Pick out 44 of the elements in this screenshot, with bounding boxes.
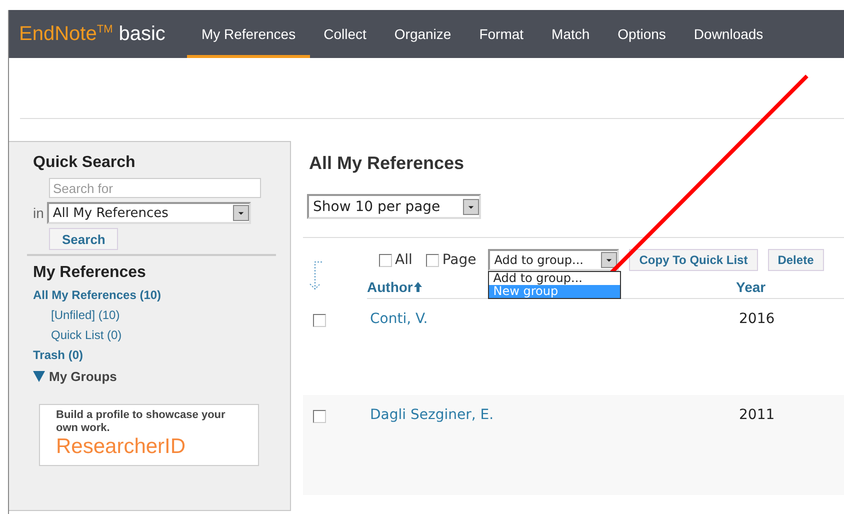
app-logo: EndNote$^{TM}$ <box>19 22 113 46</box>
year-column-header[interactable]: Year <box>736 279 766 295</box>
groups-toggle[interactable]: My Groups <box>33 369 290 384</box>
dropdown-caret-icon <box>601 252 618 268</box>
nav-tab[interactable]: Downloads <box>680 10 778 58</box>
row-checkbox[interactable] <box>313 410 326 423</box>
triangle-down-icon <box>33 371 45 382</box>
select-checkbox[interactable]: Page <box>426 252 476 268</box>
sort-down-icon <box>307 261 323 291</box>
brand-name: ResearcherID <box>56 435 187 459</box>
scope-select[interactable]: All My References <box>46 202 251 224</box>
sort-up-icon <box>414 282 422 292</box>
year-cell: 2011 <box>739 407 775 423</box>
sidebar-link[interactable]: Trash (0) <box>33 348 84 362</box>
nav-tab[interactable]: Match <box>538 10 604 58</box>
sidebar-link[interactable]: All My References (10) <box>33 288 162 302</box>
nav-tab[interactable]: Collect <box>310 10 380 58</box>
row-checkbox[interactable] <box>313 314 326 327</box>
page-size-select[interactable]: Show 10 per page <box>307 194 481 219</box>
sidebar-link[interactable]: [Unfiled] (10) <box>51 308 120 322</box>
group-select[interactable]: Add to group... <box>488 249 620 271</box>
nav-tab[interactable]: Organize <box>380 10 466 58</box>
page-title: All My References <box>309 153 466 174</box>
dropdown-caret-icon <box>463 198 479 214</box>
author-column-header[interactable]: Author <box>367 279 422 295</box>
author-link[interactable]: Conti, V. <box>370 311 428 327</box>
dropdown-caret-icon <box>232 205 249 221</box>
edition-label: basic <box>118 22 166 46</box>
promo-text: Build a profile to showcase your own work. <box>56 409 226 435</box>
section-title: Quick Search <box>33 154 136 172</box>
select-checkbox[interactable]: All <box>379 252 412 268</box>
in-label: in <box>33 205 44 221</box>
toolbar-button[interactable]: Delete <box>768 249 824 271</box>
search-field[interactable]: Search for <box>49 178 261 198</box>
section-title: My References <box>33 264 147 282</box>
nav-tab[interactable]: Options <box>604 10 680 58</box>
year-cell: 2016 <box>739 311 775 327</box>
nav-tab[interactable]: My References <box>187 10 310 58</box>
promo-banner[interactable]: Build a profile to showcase your own work. ResearcherID <box>39 404 259 466</box>
nav-tab[interactable]: Format <box>465 10 538 58</box>
author-link[interactable]: Dagli Sezginer, E. <box>370 407 494 423</box>
toolbar-button[interactable]: Copy To Quick List <box>629 249 758 271</box>
sidebar-link[interactable]: Quick List (0) <box>51 328 122 342</box>
search-button[interactable]: Search <box>49 228 118 250</box>
